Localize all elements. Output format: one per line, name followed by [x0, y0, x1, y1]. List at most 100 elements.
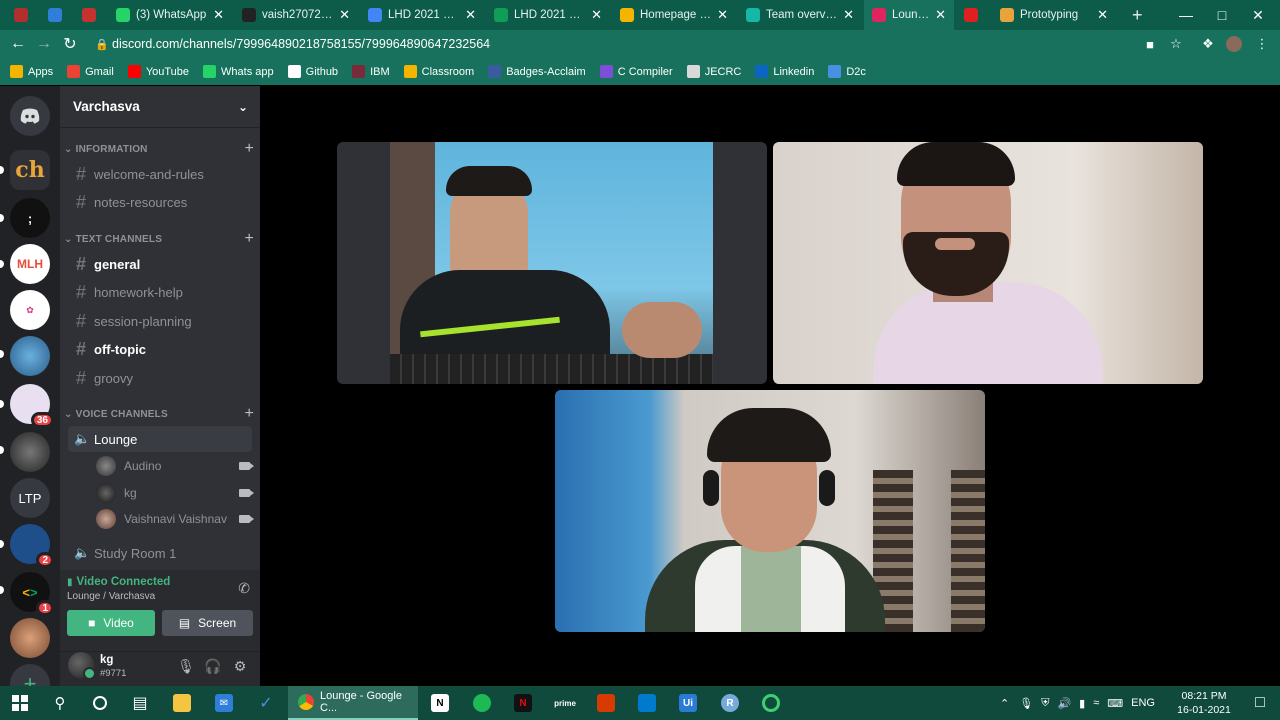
file-explorer-icon[interactable] [162, 686, 202, 720]
settings-gear-icon[interactable]: ⚙ [231, 657, 249, 675]
tab-close-icon[interactable]: ✕ [935, 7, 946, 23]
headphones-icon[interactable]: 🎧 [204, 657, 222, 675]
channel-off-topic[interactable]: # off-topic [68, 336, 252, 362]
server-icon-5[interactable] [10, 336, 50, 376]
bookmark-item[interactable]: Classroom [403, 65, 474, 78]
category-information[interactable]: ⌄ INFORMATION + [64, 140, 254, 158]
window-close-icon[interactable]: ✕ [1240, 0, 1276, 30]
windows-start-icon[interactable] [0, 686, 40, 720]
browser-tab[interactable]: Team overview | ✕ [738, 0, 862, 30]
office-icon[interactable] [586, 686, 626, 720]
cortana-icon[interactable] [80, 686, 120, 720]
voice-location[interactable]: Lounge / Varchasva [67, 591, 155, 602]
voice-status[interactable]: ▮ Video Connected [67, 576, 170, 588]
tab-close-icon[interactable]: ✕ [213, 7, 224, 23]
browser-tab[interactable]: vaish27072001/ ✕ [234, 0, 358, 30]
create-channel-icon[interactable]: + [244, 140, 254, 158]
shield-icon[interactable]: ⛨ [1041, 697, 1049, 710]
task-view-icon[interactable]: ▤ [120, 686, 160, 720]
loading-app-icon[interactable] [751, 686, 791, 720]
r-studio-icon[interactable]: R [710, 686, 750, 720]
voice-channel-lounge[interactable]: 🔈 Lounge [68, 426, 252, 452]
battery-icon[interactable]: ▮ [1079, 697, 1085, 710]
todo-icon[interactable]: ✓ [246, 686, 286, 720]
volume-icon[interactable]: 🔊 [1057, 697, 1071, 710]
discord-home-icon[interactable] [10, 96, 50, 136]
keyboard-icon[interactable]: ⌨ [1107, 697, 1123, 710]
server-icon-4[interactable]: ✿ [10, 290, 50, 330]
server-icon-ltp[interactable]: LTP [10, 478, 50, 518]
channel-general[interactable]: # general [68, 251, 252, 277]
prime-video-icon[interactable]: prime [545, 686, 585, 720]
bookmark-item[interactable]: Whats app [203, 65, 274, 78]
disconnect-icon[interactable]: ✆ [238, 580, 250, 597]
bookmark-star-icon[interactable]: ☆ [1168, 36, 1184, 52]
video-tile[interactable] [555, 390, 985, 632]
forward-icon[interactable]: → [31, 31, 57, 57]
chevron-up-icon[interactable]: ⌃ [1000, 697, 1009, 710]
voice-user-audino[interactable]: Audino [96, 455, 256, 477]
voice-channel-study-room[interactable]: 🔈 Study Room 1 [68, 540, 252, 566]
bookmark-item[interactable]: Gmail [67, 65, 114, 78]
bookmark-item[interactable]: Github [287, 65, 338, 78]
microphone-icon[interactable]: 🎙 [1019, 697, 1033, 710]
browser-tab[interactable] [6, 0, 38, 30]
search-icon[interactable]: ⚲ [40, 686, 80, 720]
bookmark-item[interactable]: Linkedin [755, 65, 814, 78]
tab-close-icon[interactable]: ✕ [843, 7, 854, 23]
server-icon-mlh[interactable]: MLH [10, 244, 50, 284]
browser-tab[interactable]: LHD 2021 Varch ✕ [360, 0, 484, 30]
add-server-icon[interactable]: + [10, 664, 50, 686]
server-icon-7[interactable] [10, 432, 50, 472]
browser-tab[interactable]: LHD 2021 Varch ✕ [486, 0, 610, 30]
voice-user-kg[interactable]: kg [96, 482, 256, 504]
reload-icon[interactable]: ↻ [57, 31, 83, 57]
create-channel-icon[interactable]: + [244, 230, 254, 248]
vscode-icon[interactable] [627, 686, 667, 720]
bookmark-item[interactable]: D2c [828, 65, 866, 78]
browser-tab[interactable]: Prototyping ✕ [992, 0, 1116, 30]
menu-kebab-icon[interactable]: ⋮ [1254, 36, 1270, 52]
category-voice-channels[interactable]: ⌄ VOICE CHANNELS + [64, 405, 254, 423]
bookmark-item[interactable]: IBM [352, 65, 390, 78]
tab-close-icon[interactable]: ✕ [1097, 7, 1108, 23]
browser-tab[interactable] [40, 0, 72, 30]
category-text-channels[interactable]: ⌄ TEXT CHANNELS + [64, 230, 254, 248]
tab-close-icon[interactable]: ✕ [591, 7, 602, 23]
wifi-icon[interactable]: ≈ [1093, 697, 1099, 709]
mail-icon[interactable]: ✉ [204, 686, 244, 720]
camera-indicator-icon[interactable]: ■ [1142, 36, 1158, 52]
server-icon-6[interactable]: 36 [10, 384, 54, 428]
tab-close-icon[interactable]: ✕ [465, 7, 476, 23]
extensions-icon[interactable]: ❖ [1200, 36, 1216, 52]
language-indicator[interactable]: ENG [1131, 697, 1155, 709]
back-icon[interactable]: ← [5, 31, 31, 57]
browser-tab[interactable] [956, 0, 990, 30]
uipath-icon[interactable]: Ui [668, 686, 708, 720]
notifications-icon[interactable]: □ [1240, 686, 1280, 720]
voice-user-vaishnavi[interactable]: Vaishnavi Vaishnav [96, 508, 256, 530]
address-bar[interactable]: 🔒 discord.com/channels/79996489021875815… [92, 32, 1192, 56]
video-tile[interactable] [337, 142, 767, 384]
bookmark-item[interactable]: YouTube [127, 65, 189, 78]
channel-notes-resources[interactable]: # notes-resources [68, 189, 252, 215]
video-button[interactable]: ■ Video [67, 610, 155, 636]
create-channel-icon[interactable]: + [244, 405, 254, 423]
taskbar-clock[interactable]: 08:21 PM 16-01-2021 [1172, 689, 1236, 717]
bookmark-item[interactable]: Apps [10, 65, 53, 78]
bookmark-item[interactable]: Badges-Acclaim [488, 65, 586, 78]
channel-session-planning[interactable]: # session-planning [68, 308, 252, 334]
channel-groovy[interactable]: # groovy [68, 365, 252, 391]
guild-header[interactable]: Varchasva ⌄ [60, 86, 260, 128]
bookmark-item[interactable]: JECRC [686, 65, 741, 78]
server-icon-9[interactable]: 2 [10, 524, 54, 568]
taskbar-chrome-window[interactable]: Lounge - Google C... [288, 686, 418, 720]
channel-homework-help[interactable]: # homework-help [68, 279, 252, 305]
maximize-icon[interactable]: □ [1204, 0, 1240, 30]
minimize-icon[interactable]: — [1168, 0, 1204, 30]
microphone-icon[interactable]: 🎙 [177, 657, 195, 675]
tab-close-icon[interactable]: ✕ [717, 7, 728, 23]
bookmark-item[interactable]: C Compiler [599, 65, 673, 78]
tab-close-icon[interactable]: ✕ [339, 7, 350, 23]
server-icon-code[interactable]: < > 1 [10, 572, 54, 616]
